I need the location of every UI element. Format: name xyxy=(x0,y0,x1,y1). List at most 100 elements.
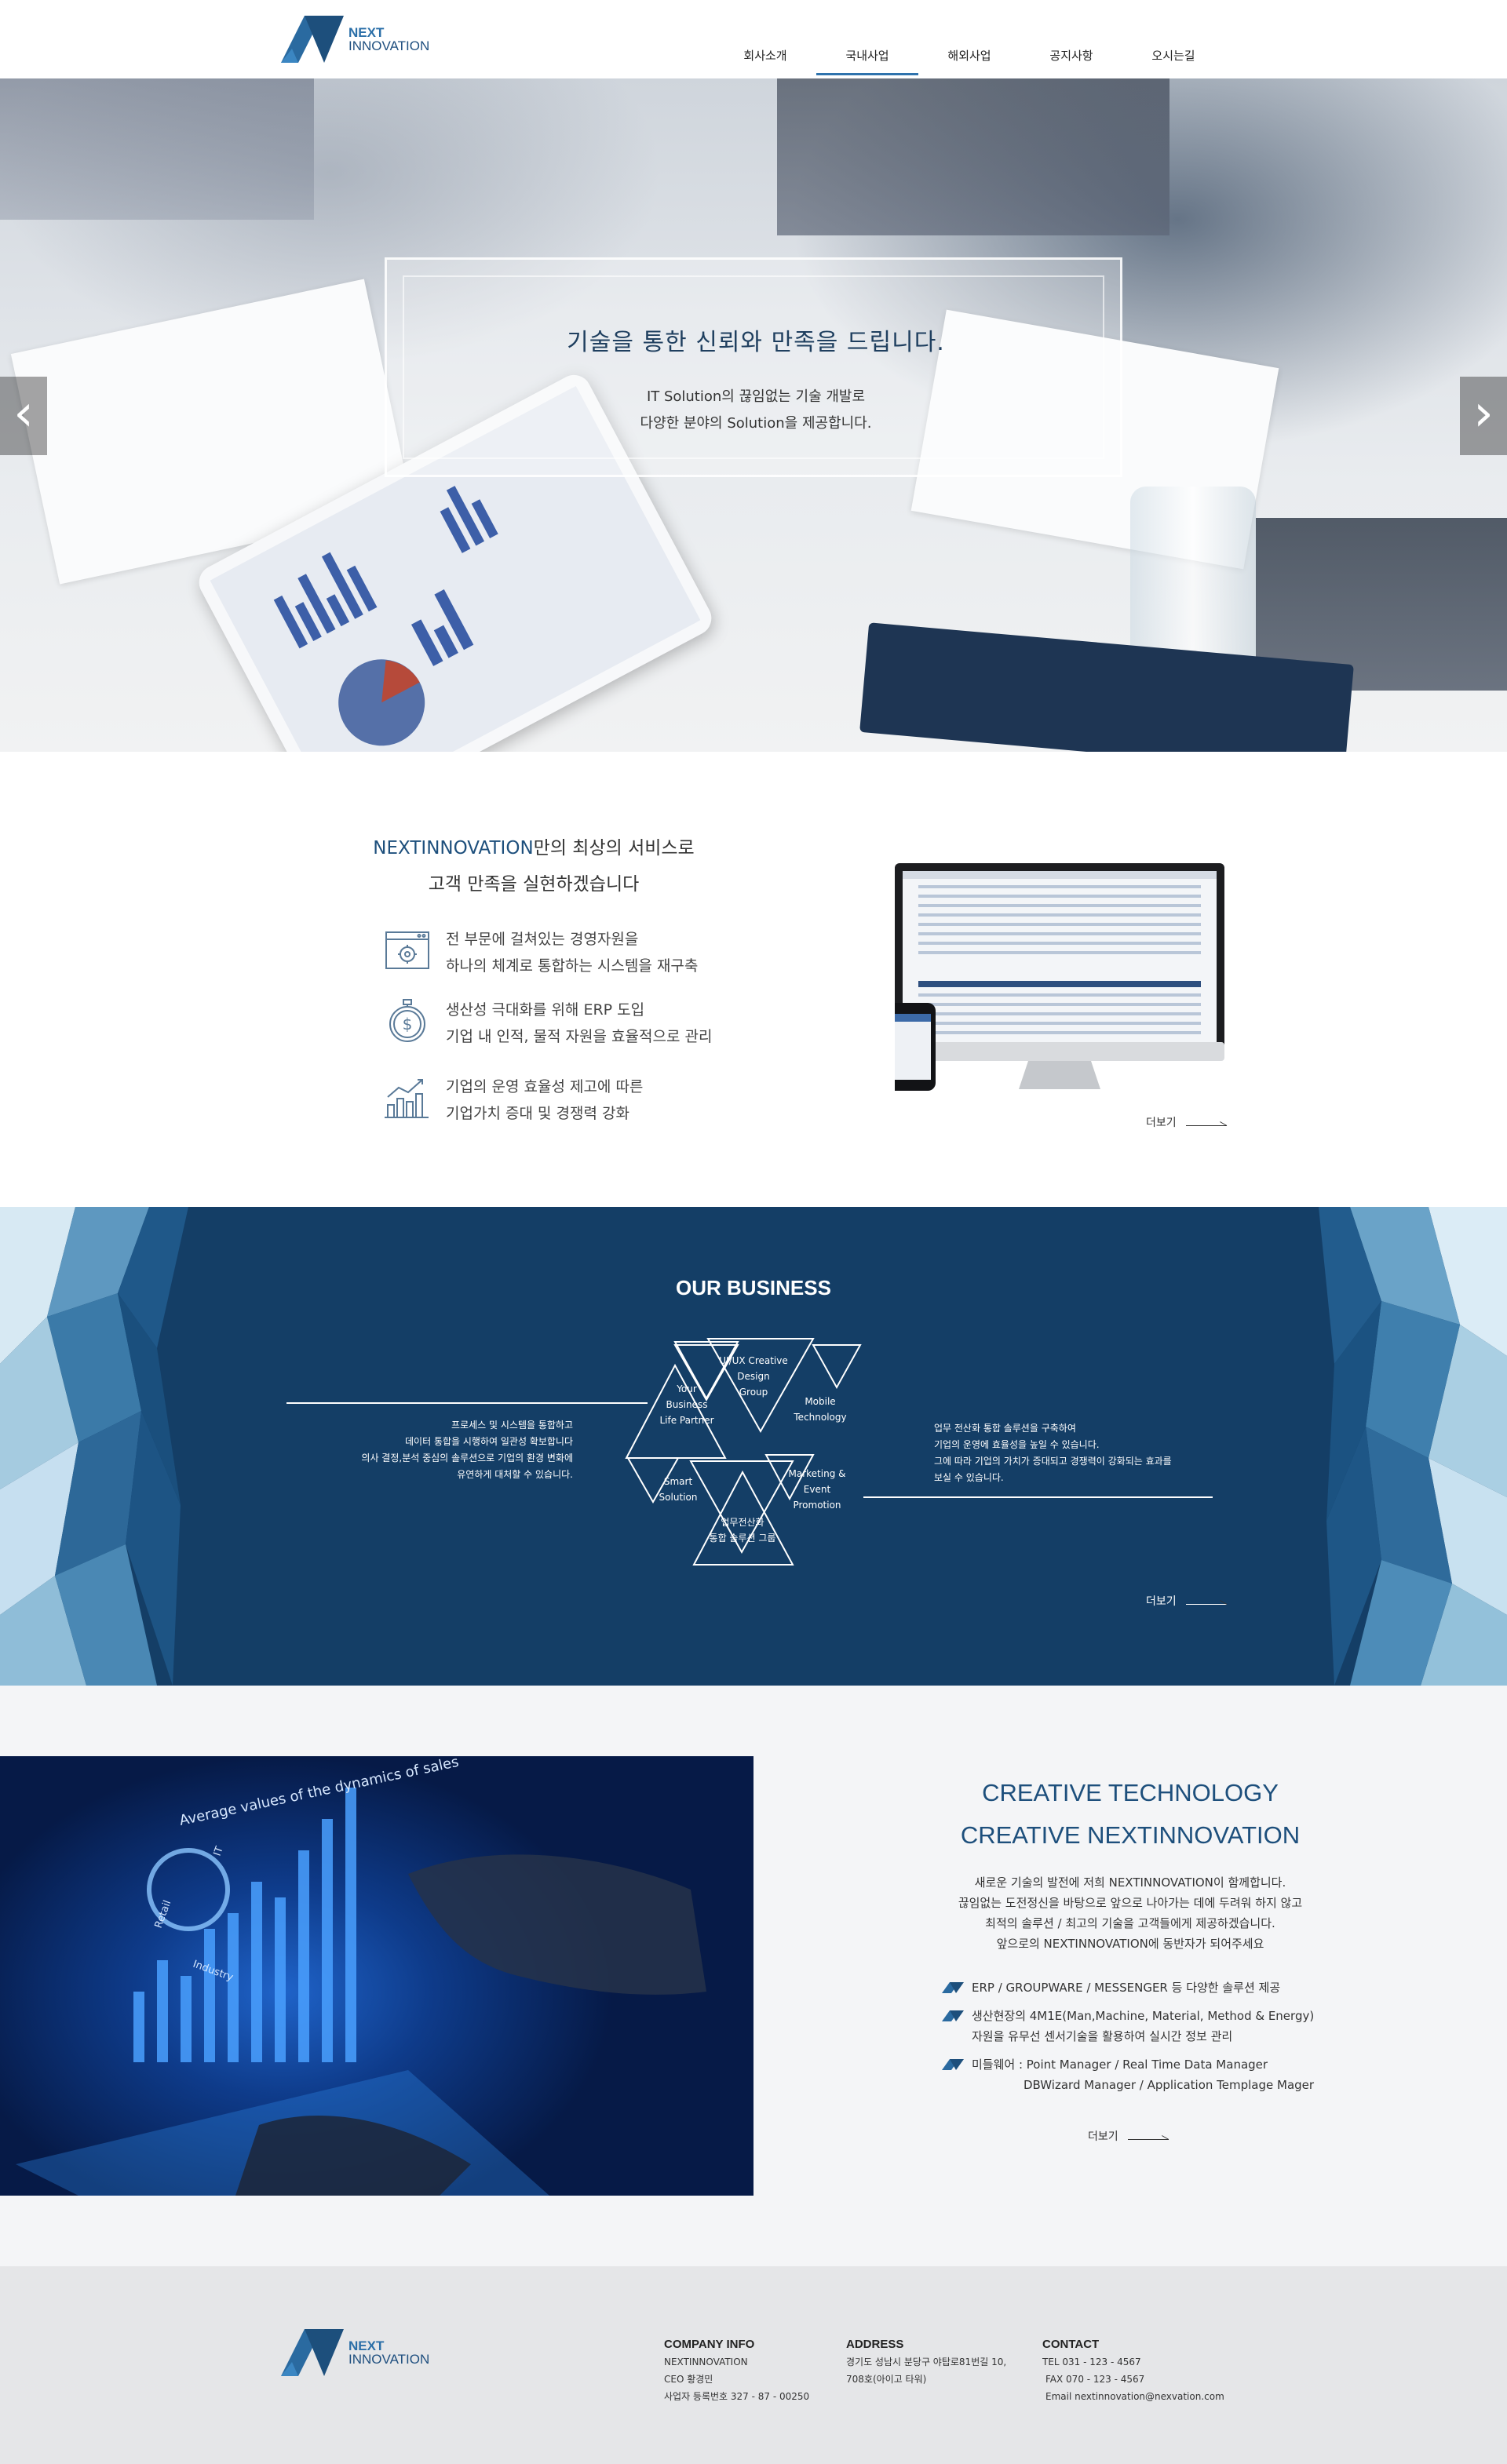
chevron-left-icon: ‹ xyxy=(13,385,34,443)
footer-contact: CONTACT TEL 031 - 123 - 4567 FAX 070 - 1… xyxy=(1042,2336,1224,2405)
logo-mark-icon xyxy=(281,16,344,63)
hero-photo-shape xyxy=(777,78,1169,235)
para-line: 앞으로의 NEXTINNOVATION에 동반자가 되어주세요 xyxy=(996,1937,1264,1951)
item-line1: 생산현장의 4M1E(Man,Machine, Material, Method… xyxy=(972,2009,1315,2023)
triangle-mobile-technology[interactable]: Mobile Technology xyxy=(777,1394,863,1425)
feature-line1: 전 부문에 걸쳐있는 경영자원을 xyxy=(446,931,639,948)
tri-line: Smart xyxy=(663,1476,693,1487)
hero-slider: 기술을 통한 신뢰와 만족을 드립니다. IT Solution의 끊임없는 기… xyxy=(0,78,1507,752)
contact-title: CONTACT xyxy=(1042,2338,1100,2351)
feature-item: 기업의 운영 효율성 제고에 따른 기업가치 증대 및 경쟁력 강화 xyxy=(383,1073,643,1127)
address-line1: 경기도 성남시 분당구 야탑로81번길 10, xyxy=(846,2356,1007,2367)
item-line1: 미들웨어 : Point Manager / Real Time Data Ma… xyxy=(972,2058,1268,2072)
feature-item: 전 부문에 걸쳐있는 경영자원을 하나의 체계로 통합하는 시스템을 재구축 xyxy=(383,926,698,979)
feature-text: 생산성 극대화를 위해 ERP 도입 기업 내 인적, 물적 자원을 효율적으로… xyxy=(446,997,712,1050)
text-line: 보실 수 있습니다. xyxy=(934,1472,1004,1483)
footer-address: ADDRESS 경기도 성남시 분당구 야탑로81번길 10, 708호(아이고… xyxy=(846,2336,1006,2388)
prev-slide-button[interactable]: ‹ xyxy=(0,377,47,455)
next-slide-button[interactable]: › xyxy=(1460,377,1507,455)
list-item: 미들웨어 : Point Manager / Real Time Data Ma… xyxy=(942,2054,1381,2095)
text-line: 그에 따라 기업의 가치가 증대되고 경쟁력이 강화되는 효과를 xyxy=(934,1456,1172,1467)
address-line2: 708호(아이고 타워) xyxy=(846,2374,927,2385)
arrow-right-icon xyxy=(1185,1597,1227,1605)
hero-subtitle-line2: 다양한 분야의 Solution을 제공합니다. xyxy=(640,415,872,432)
text-line: 의사 결정,분석 중심의 솔루션으로 기업의 환경 변화에 xyxy=(361,1453,573,1463)
logo-mark-icon xyxy=(281,2329,344,2376)
text-line: 기업의 운영에 효율성을 높일 수 있습니다. xyxy=(934,1439,1100,1450)
business-left-text: 프로세스 및 시스템을 통합하고 데이터 통합을 시행하여 일관성 확보합니다 … xyxy=(353,1417,573,1483)
services-heading: NEXTINNOVATION만의 최상의 서비스로 고객 만족을 실현하겠습니다 xyxy=(338,830,730,902)
site-footer: NEXT INNOVATION COMPANY INFO NEXTINNOVAT… xyxy=(0,2266,1507,2464)
contact-tel[interactable]: TEL 031 - 123 - 4567 xyxy=(1042,2353,1224,2371)
feature-line1: 생산성 극대화를 위해 ERP 도입 xyxy=(446,1001,645,1019)
bullet-triangle-icon xyxy=(942,2010,964,2021)
bar-chart-growth-icon xyxy=(385,1079,429,1118)
para-line: 새로운 기술의 발전에 저희 NEXTINNOVATION이 함께합니다. xyxy=(974,1875,1286,1890)
hero-caption-box: 기술을 통한 신뢰와 만족을 드립니다. IT Solution의 끊임없는 기… xyxy=(385,257,1122,477)
nav-item-directions[interactable]: 오시는길 xyxy=(1122,47,1224,75)
logo-line1: NEXT xyxy=(348,2338,385,2353)
tri-line: Life Partner xyxy=(659,1415,714,1426)
nav-item-domestic[interactable]: 국내사업 xyxy=(816,47,918,75)
list-item: ERP / GROUPWARE / MESSENGER 등 다양한 솔루션 제공 xyxy=(942,1977,1381,1998)
nav-item-company[interactable]: 회사소개 xyxy=(714,47,816,75)
footer-company-info: COMPANY INFO NEXTINNOVATION CEO 황경민 사업자 … xyxy=(664,2336,809,2405)
tri-line: Technology xyxy=(794,1412,847,1423)
business-section: OUR BUSINESS 프로세스 및 시스템을 통합하고 데이터 통합을 시행… xyxy=(0,1207,1507,1686)
tri-line: UI/UX Creative xyxy=(719,1355,788,1366)
arrow-right-icon xyxy=(1127,2132,1169,2140)
item-line1: ERP / GROUPWARE / MESSENGER 등 다양한 솔루션 제공 xyxy=(972,1981,1281,1995)
services-more-link[interactable]: 더보기 xyxy=(1146,1114,1227,1130)
para-line: 끊임없는 도전정신을 바탕으로 앞으로 나아가는 데에 두려워 하지 않고 xyxy=(958,1896,1303,1910)
footer-logo[interactable]: NEXT INNOVATION xyxy=(281,2329,438,2376)
logo-text: NEXT INNOVATION xyxy=(348,2339,429,2366)
tri-line: 업무전산화 xyxy=(721,1517,764,1528)
nav-item-notice[interactable]: 공지사항 xyxy=(1020,47,1122,75)
more-label: 더보기 xyxy=(1088,2130,1118,2143)
logo[interactable]: NEXT INNOVATION xyxy=(281,16,438,63)
triangle-integrated-solution[interactable]: 업무전산화 통합 솔루션 그룹 xyxy=(691,1514,794,1546)
logo-text: NEXT INNOVATION xyxy=(348,26,429,53)
text-line: 데이터 통합을 시행하여 일관성 확보합니다 xyxy=(405,1436,573,1447)
svg-text:$: $ xyxy=(403,1015,413,1033)
business-more-link[interactable]: 더보기 xyxy=(1146,1593,1227,1609)
tri-line: Design xyxy=(737,1371,770,1382)
triangle-marketing-event[interactable]: Marketing & Event Promotion xyxy=(774,1466,860,1513)
feature-text: 기업의 운영 효율성 제고에 따른 기업가치 증대 및 경쟁력 강화 xyxy=(446,1073,643,1127)
item-line2: 자원을 유무선 센서기술을 활용하여 실시간 정보 관리 xyxy=(972,2029,1233,2043)
services-section: NEXTINNOVATION만의 최상의 서비스로 고객 만족을 실현하겠습니다… xyxy=(0,752,1507,1207)
company-info-title: COMPANY INFO xyxy=(664,2338,755,2351)
company-name: NEXTINNOVATION xyxy=(664,2356,748,2367)
list-item: 생산현장의 4M1E(Man,Machine, Material, Method… xyxy=(942,2006,1381,2047)
technology-paragraph: 새로운 기술의 발전에 저희 NEXTINNOVATION이 함께합니다. 끊임… xyxy=(887,1872,1374,1954)
feature-line2: 기업가치 증대 및 경쟁력 강화 xyxy=(446,1105,629,1122)
tri-line: Promotion xyxy=(793,1500,841,1511)
triangle-smart-solution[interactable]: Smart Solution xyxy=(639,1474,717,1505)
stopwatch-dollar-icon: $ xyxy=(389,999,425,1042)
text-line: 업무 전산화 통합 솔루션을 구축하여 xyxy=(934,1423,1076,1434)
item-line2: DBWizard Manager / Application Templage … xyxy=(1024,2078,1315,2092)
site-header: NEXT INNOVATION 회사소개 국내사업 해외사업 공지사항 오시는길 xyxy=(0,0,1507,78)
contact-email[interactable]: Email nextinnovation@nexvation.com xyxy=(1042,2388,1224,2405)
feature-item: $ 생산성 극대화를 위해 ERP 도입 기업 내 인적, 물적 자원을 효율적… xyxy=(383,997,712,1050)
main-nav: 회사소개 국내사업 해외사업 공지사항 오시는길 xyxy=(714,47,1224,75)
title-line2: CREATIVE NEXTINNOVATION xyxy=(960,1821,1301,1849)
logo-line2: INNOVATION xyxy=(348,38,430,53)
technology-more-link[interactable]: 더보기 xyxy=(1088,2128,1169,2144)
technology-list: ERP / GROUPWARE / MESSENGER 등 다양한 솔루션 제공… xyxy=(942,1977,1381,2103)
chart-title-text: Average values of the dynamics of sales xyxy=(178,1756,461,1829)
arrow-right-icon xyxy=(1185,1118,1227,1126)
triangle-creative-design[interactable]: UI/UX Creative Design Group xyxy=(699,1353,808,1400)
nav-item-overseas[interactable]: 해외사업 xyxy=(918,47,1020,75)
company-reg-number: 사업자 등록번호 327 - 87 - 00250 xyxy=(664,2391,810,2402)
it-text: IT xyxy=(212,1845,226,1857)
technology-title: CREATIVE TECHNOLOGY CREATIVE NEXTINNOVAT… xyxy=(887,1772,1374,1857)
title-line1: CREATIVE TECHNOLOGY xyxy=(982,1779,1279,1806)
technology-image: Average values of the dynamics of sales … xyxy=(0,1756,754,2196)
hero-photo-shape xyxy=(0,78,314,220)
feature-line2: 하나의 체계로 통합하는 시스템을 재구축 xyxy=(446,957,699,975)
contact-fax: FAX 070 - 123 - 4567 xyxy=(1045,2374,1145,2385)
tri-line: Event xyxy=(803,1484,831,1495)
hero-subtitle-line1: IT Solution의 끊임없는 기술 개발로 xyxy=(646,388,866,405)
business-title: OUR BUSINESS xyxy=(676,1276,831,1299)
